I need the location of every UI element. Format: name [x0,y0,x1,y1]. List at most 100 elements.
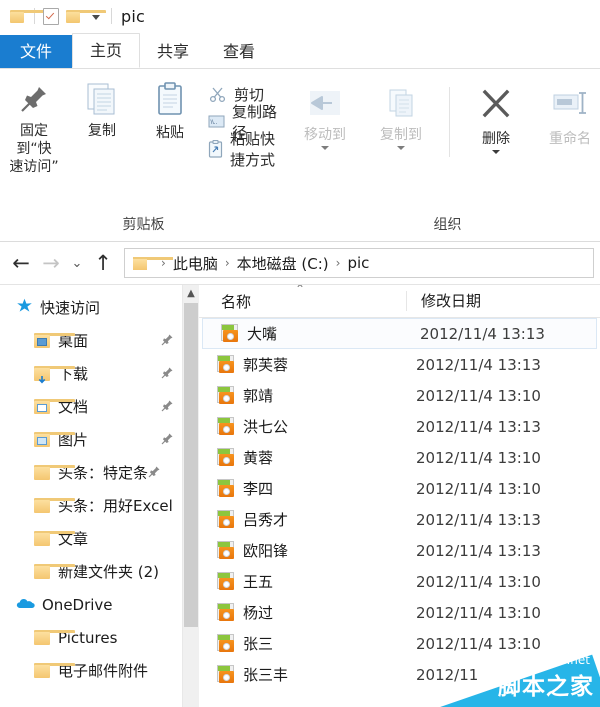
sidebar-item-downloads[interactable]: 下载 [0,357,182,390]
pin-icon[interactable] [161,398,174,416]
tab-view[interactable]: 查看 [206,35,273,68]
table-row[interactable]: 郭靖 2012/11/4 13:10 [199,380,600,411]
onedrive-cloud-icon [16,596,35,614]
downloads-folder-icon [34,366,75,384]
table-row[interactable]: 欧阳锋 2012/11/4 13:13 [199,535,600,566]
chevron-down-icon[interactable] [397,146,406,150]
column-header-name[interactable]: 名称 ⌃ [199,285,406,312]
sidebar-item-desktop[interactable]: 桌面 [0,324,182,357]
jpg-image-icon [217,603,236,622]
table-row[interactable]: 李四 2012/11/4 13:10 [199,473,600,504]
pin-icon[interactable] [161,365,174,383]
table-row[interactable]: 吕秀才 2012/11/4 13:13 [199,504,600,535]
breadcrumb-this-pc[interactable]: 此电脑 [173,253,218,274]
file-name-cell: 张三 [199,633,402,654]
divider [111,8,112,24]
column-header-date[interactable]: 修改日期 [406,291,481,311]
paste-label: 粘贴 [156,125,184,141]
table-row[interactable]: 洪七公 2012/11/4 13:13 [199,411,600,442]
up-button[interactable]: ↑ [88,252,118,274]
sidebar-section-quick-access[interactable]: 快速访问 [0,291,182,324]
file-name-cell: 杨过 [199,602,402,623]
file-name-label: 王五 [243,573,274,591]
sidebar-item-toutiao-excel[interactable]: 头条：用好Excel [0,489,182,522]
folder-icon [34,531,75,546]
breadcrumb-separator: › [335,256,341,270]
jpg-image-icon [217,541,236,560]
table-row[interactable]: 王五 2012/11/4 13:10 [199,566,600,597]
copy-to-button[interactable]: 复制到 [363,83,439,150]
table-row[interactable]: 杨过 2012/11/4 13:10 [199,597,600,628]
delete-button[interactable]: 删除 [460,83,532,154]
forward-button[interactable]: → [36,252,66,274]
sidebar-item-onedrive-pictures[interactable]: Pictures [0,621,182,654]
pin-icon [16,81,52,117]
table-row[interactable]: 张三丰 2012/11 [199,659,600,690]
copy-button[interactable]: 复制 [68,77,136,140]
copy-icon [85,81,119,117]
scroll-up-icon[interactable]: ▲ [183,285,199,302]
window-title: pic [121,6,145,26]
back-button[interactable]: ← [6,252,36,274]
sidebar-item-pictures[interactable]: 图片 [0,423,182,456]
copy-to-icon [382,87,420,121]
file-date-cell: 2012/11/4 13:10 [416,386,541,405]
customize-dropdown-icon[interactable] [92,14,100,20]
new-folder-icon[interactable] [66,9,106,23]
rename-icon [550,87,590,125]
tab-file[interactable]: 文件 [0,35,73,68]
desktop-folder-icon [34,333,75,348]
file-name-label: 李四 [243,480,274,498]
move-to-button[interactable]: 移动到 [287,83,363,150]
scissors-icon [208,85,227,104]
folder-icon[interactable] [10,9,50,23]
file-name-cell: 郭芙蓉 [199,354,402,375]
recent-locations-button[interactable]: ⌄ [66,257,88,270]
table-row[interactable]: 黄蓉 2012/11/4 13:10 [199,442,600,473]
file-name-label: 洪七公 [243,418,289,436]
file-name-cell: 王五 [199,571,402,592]
folder-icon [34,498,75,513]
sidebar-item-new-folder-2[interactable]: 新建文件夹 (2) [0,555,182,588]
chevron-down-icon[interactable] [321,146,330,150]
properties-checkbox-icon[interactable] [43,7,59,25]
tab-share[interactable]: 共享 [140,35,207,68]
sidebar-label: 快速访问 [40,299,101,317]
file-name-cell: 大嘴 [203,323,406,344]
sidebar-section-onedrive[interactable]: OneDrive [0,588,182,621]
paste-shortcut-button[interactable]: 粘贴快捷方式 [204,130,287,169]
breadcrumb-pic[interactable]: pic [347,254,369,272]
pin-icon[interactable] [161,332,174,350]
sidebar-item-toutiao-specific[interactable]: 头条：特定条 [0,456,182,489]
file-list-pane: 名称 ⌃ 修改日期 大嘴 2012/11/4 13:13 郭芙蓉 2012/11… [199,285,600,707]
breadcrumb-local-disk[interactable]: 本地磁盘 (C:) [237,253,329,274]
jpg-image-icon [217,386,236,405]
file-date-cell: 2012/11/4 13:10 [416,448,541,467]
breadcrumb[interactable]: › 此电脑 › 本地磁盘 (C:) › pic [124,248,594,278]
pin-to-quick-access-button[interactable]: 固定到“快 速访问” [0,77,68,176]
sidebar-item-email-attachments[interactable]: 电子邮件附件 [0,654,182,687]
file-name-label: 张三丰 [243,666,289,684]
pin-icon[interactable] [161,431,174,449]
column-header-name-label: 名称 [221,292,252,311]
sidebar-item-documents[interactable]: 文档 [0,390,182,423]
file-name-cell: 黄蓉 [199,447,402,468]
jpg-image-icon [217,634,236,653]
chevron-down-icon[interactable] [492,150,501,154]
file-date-cell: 2012/11/4 13:13 [416,541,541,560]
sidebar-item-articles[interactable]: 文章 [0,522,182,555]
scrollbar-thumb[interactable] [184,303,198,627]
tab-home[interactable]: 主页 [72,33,141,68]
table-row[interactable]: 张三 2012/11/4 13:10 [199,628,600,659]
rename-button[interactable]: 重命名 [532,83,600,148]
ribbon-group-clipboard: 固定到“快 速访问” 复制 粘贴 剪切 \\.. 复制路径 粘贴快捷方式 剪贴板 [0,69,287,241]
paste-shortcut-icon [208,139,223,158]
documents-folder-icon [34,399,75,414]
file-date-cell: 2012/11/4 13:10 [416,634,541,653]
paste-button[interactable]: 粘贴 [136,77,204,142]
table-row[interactable]: 郭芙蓉 2012/11/4 13:13 [199,349,600,380]
table-row[interactable]: 大嘴 2012/11/4 13:13 [202,318,597,349]
navigation-scrollbar[interactable]: ▲ [182,285,199,707]
file-date-cell: 2012/11/4 13:13 [416,355,541,374]
pin-icon[interactable] [148,464,161,482]
